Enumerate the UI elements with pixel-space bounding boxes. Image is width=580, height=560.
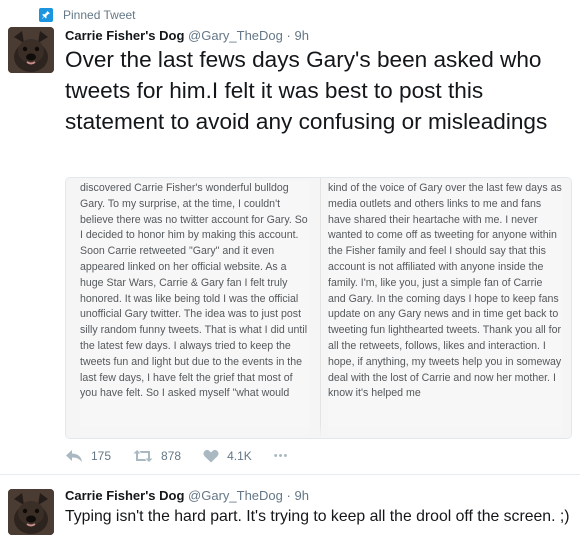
display-name[interactable]: Carrie Fisher's Dog bbox=[65, 28, 184, 43]
user-handle[interactable]: @Gary_TheDog bbox=[188, 28, 283, 43]
separator-dot: · bbox=[286, 488, 291, 503]
retweet-button[interactable]: 878 bbox=[133, 449, 181, 463]
timestamp[interactable]: 9h bbox=[294, 28, 308, 43]
heart-icon bbox=[203, 449, 219, 463]
like-button[interactable]: 4.1K bbox=[203, 449, 252, 463]
retweet-count: 878 bbox=[161, 449, 182, 463]
separator-dot: · bbox=[286, 28, 291, 43]
image-column-divider bbox=[320, 178, 321, 438]
more-icon: ••• bbox=[273, 450, 289, 462]
like-count: 4.1K bbox=[227, 449, 252, 463]
timestamp[interactable]: 9h bbox=[294, 488, 308, 503]
tweet-divider bbox=[0, 474, 580, 475]
image-text-left: discovered Carrie Fisher's wonderful bul… bbox=[80, 181, 309, 438]
pin-icon bbox=[39, 8, 53, 22]
tweet-text: Over the last fews days Gary's been aske… bbox=[65, 47, 548, 134]
pinned-tweet-label: Pinned Tweet bbox=[39, 6, 136, 24]
display-name[interactable]: Carrie Fisher's Dog bbox=[65, 488, 184, 503]
avatar[interactable] bbox=[8, 489, 54, 535]
reply-count: 175 bbox=[91, 449, 112, 463]
image-fade bbox=[66, 424, 571, 438]
tweet-actions: 175 878 4.1K ••• bbox=[65, 446, 310, 466]
tweet-header: Carrie Fisher's Dog @Gary_TheDog · 9h bbox=[65, 28, 309, 43]
tweet-image[interactable]: discovered Carrie Fisher's wonderful bul… bbox=[65, 177, 572, 439]
reply-icon bbox=[66, 450, 82, 462]
reply-button[interactable]: 175 bbox=[65, 449, 111, 463]
tweet-text: Typing isn't the hard part. It's trying … bbox=[65, 508, 570, 525]
image-text-right: kind of the voice of Gary over the last … bbox=[328, 181, 562, 438]
tweet-header: Carrie Fisher's Dog @Gary_TheDog · 9h bbox=[65, 488, 309, 503]
avatar[interactable] bbox=[8, 27, 54, 73]
user-handle[interactable]: @Gary_TheDog bbox=[188, 488, 283, 503]
more-button[interactable]: ••• bbox=[274, 450, 289, 462]
retweet-icon bbox=[133, 450, 153, 462]
